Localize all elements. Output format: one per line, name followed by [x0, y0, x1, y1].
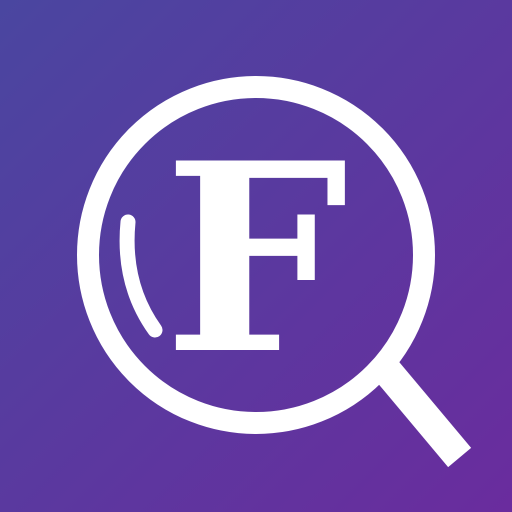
app-icon-graphic: F	[0, 0, 512, 512]
app-icon: F	[0, 0, 512, 512]
logo-letter: F	[164, 107, 349, 412]
